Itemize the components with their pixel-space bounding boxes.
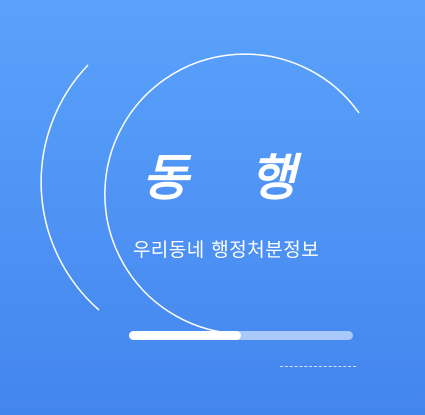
dashed-divider [280,366,356,367]
loading-progress-bar [129,331,353,340]
app-title: 동 행 [142,149,318,207]
splash-screen: 동 행 우리동네 행정처분정보 [0,0,425,415]
loading-progress-fill [129,331,241,340]
app-subtitle: 우리동네 행정처분정보 [132,239,320,261]
